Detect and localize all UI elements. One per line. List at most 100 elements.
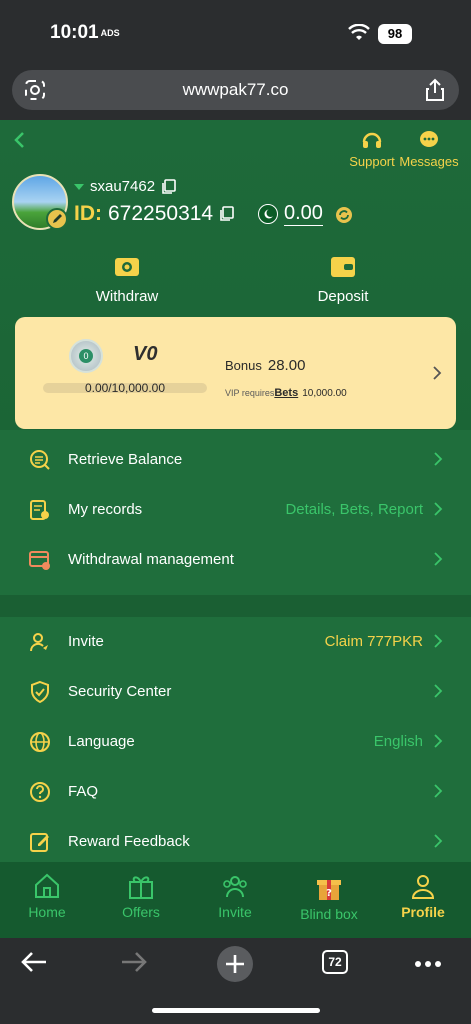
menu-item-my-records[interactable]: My records Details, Bets, Report bbox=[0, 485, 471, 535]
home-indicator bbox=[152, 1008, 320, 1013]
gift-icon bbox=[129, 876, 153, 899]
menu-label: Reward Feedback bbox=[68, 833, 190, 850]
messages-button[interactable]: Messages bbox=[398, 130, 460, 169]
battery-indicator: 98 bbox=[378, 24, 412, 44]
vip-level: V0 bbox=[133, 343, 158, 365]
tab-label: Offers bbox=[122, 904, 160, 920]
chevron-right-icon bbox=[434, 552, 443, 566]
menu-value: English bbox=[373, 733, 423, 750]
withdrawal-card-icon bbox=[29, 551, 50, 570]
bottom-tab-bar: Home Offers Invite ? Blind box Profile bbox=[0, 862, 471, 938]
user-id: 672250314 bbox=[108, 202, 214, 225]
retrieve-balance-icon bbox=[30, 450, 50, 470]
tab-home[interactable]: Home bbox=[7, 872, 87, 920]
bonus-value: 28.00 bbox=[267, 357, 306, 374]
blind-box-icon: ? bbox=[317, 880, 341, 900]
chevron-right-icon bbox=[434, 634, 443, 648]
invite-user-icon bbox=[29, 633, 48, 652]
menu-item-faq[interactable]: FAQ bbox=[0, 767, 471, 817]
carrier-label: ADS bbox=[100, 27, 120, 38]
profile-icon bbox=[411, 875, 435, 899]
chevron-right-icon bbox=[434, 684, 443, 698]
balance-value: 0.00 bbox=[284, 202, 323, 226]
vip-requires-label: VIP requires bbox=[225, 388, 275, 398]
tab-label: Blind box bbox=[300, 906, 358, 922]
browser-back-icon[interactable] bbox=[20, 950, 48, 974]
messages-label: Messages bbox=[399, 154, 459, 169]
wallet-icon bbox=[331, 257, 355, 277]
withdraw-label: Withdraw bbox=[95, 288, 159, 305]
svg-text:?: ? bbox=[326, 888, 332, 899]
chat-bubble-icon bbox=[420, 131, 438, 147]
menu-item-security-center[interactable]: Security Center bbox=[0, 667, 471, 717]
browser-forward-icon[interactable] bbox=[120, 950, 148, 974]
support-button[interactable]: Support bbox=[346, 130, 398, 169]
headset-icon bbox=[362, 132, 382, 148]
app-screen: Support Messages sxau7462 ID: 672250314 bbox=[0, 120, 471, 938]
deposit-label: Deposit bbox=[317, 288, 369, 305]
vip-requires-amount: 10,000.00 bbox=[302, 388, 347, 399]
tab-switcher-button[interactable]: 72 bbox=[322, 950, 348, 974]
bonus-label: Bonus bbox=[225, 358, 262, 373]
user-id-row: ID: 672250314 bbox=[74, 202, 235, 226]
bets-link[interactable]: Bets bbox=[274, 387, 298, 399]
edit-avatar-icon[interactable] bbox=[46, 208, 68, 230]
username: sxau7462 bbox=[90, 178, 156, 195]
menu-label: Language bbox=[68, 733, 135, 750]
people-icon bbox=[223, 876, 247, 898]
url-bar[interactable]: wwwpak77.co bbox=[12, 70, 459, 110]
menu-item-withdrawal-management[interactable]: Withdrawal management bbox=[0, 535, 471, 585]
menu-item-invite[interactable]: Invite Claim 777PKR bbox=[0, 617, 471, 667]
wifi-icon bbox=[348, 24, 370, 40]
more-options-icon[interactable] bbox=[414, 960, 442, 968]
new-tab-icon[interactable] bbox=[216, 945, 254, 983]
menu-value: Details, Bets, Report bbox=[285, 501, 423, 518]
section-divider bbox=[0, 595, 471, 617]
profile-header: Support Messages sxau7462 ID: 672250314 bbox=[0, 120, 471, 430]
menu-item-retrieve-balance[interactable]: Retrieve Balance bbox=[0, 435, 471, 485]
vip-requirement: VIP requiresBets 10,000.00 bbox=[225, 387, 347, 399]
id-label: ID: bbox=[74, 202, 102, 225]
tab-profile[interactable]: Profile bbox=[383, 872, 463, 920]
chevron-right-icon bbox=[434, 784, 443, 798]
url-text[interactable]: wwwpak77.co bbox=[12, 80, 459, 100]
dropdown-caret-icon[interactable] bbox=[74, 183, 84, 190]
bonus-row: Bonus 28.00 bbox=[225, 357, 305, 374]
withdraw-icon bbox=[115, 258, 139, 276]
home-icon bbox=[35, 873, 59, 898]
shield-icon bbox=[31, 680, 49, 704]
menu-item-reward-feedback[interactable]: Reward Feedback bbox=[0, 817, 471, 867]
chevron-right-icon[interactable] bbox=[432, 365, 442, 381]
tab-invite[interactable]: Invite bbox=[195, 872, 275, 920]
menu-item-language[interactable]: Language English bbox=[0, 717, 471, 767]
browser-toolbar: 72 bbox=[0, 938, 471, 1024]
tab-offers[interactable]: Offers bbox=[101, 872, 181, 920]
copy-icon[interactable] bbox=[161, 178, 177, 195]
back-arrow-icon[interactable] bbox=[12, 130, 26, 150]
support-label: Support bbox=[349, 154, 395, 169]
tab-label: Home bbox=[28, 904, 66, 920]
share-icon[interactable] bbox=[425, 78, 445, 102]
records-icon bbox=[30, 500, 49, 520]
chevron-right-icon bbox=[434, 452, 443, 466]
vip-card[interactable]: 0 V0 0.00/10,000.00 Bonus 28.00 VIP requi… bbox=[15, 317, 456, 429]
menu-value: Claim 777PKR bbox=[324, 633, 423, 650]
menu-label: FAQ bbox=[68, 783, 99, 800]
globe-icon bbox=[30, 732, 50, 752]
refresh-balance-icon[interactable] bbox=[335, 206, 353, 224]
tab-label: Invite bbox=[218, 904, 252, 920]
vip-badge-number: 0 bbox=[79, 349, 93, 363]
withdraw-button[interactable]: Withdraw bbox=[67, 254, 187, 305]
copy-id-icon[interactable] bbox=[219, 206, 235, 222]
menu-label: Security Center bbox=[68, 683, 172, 700]
deposit-button[interactable]: Deposit bbox=[283, 254, 403, 305]
tab-blind-box[interactable]: ? Blind box bbox=[289, 872, 369, 922]
tab-label: Profile bbox=[401, 904, 445, 920]
chevron-right-icon bbox=[434, 834, 443, 848]
avatar[interactable] bbox=[12, 174, 68, 230]
status-bar: 10:01 ADS 98 bbox=[0, 0, 471, 64]
chevron-right-icon bbox=[434, 734, 443, 748]
vip-progress-text: 0.00/10,000.00 bbox=[84, 381, 166, 395]
chevron-right-icon bbox=[434, 502, 443, 516]
question-icon bbox=[30, 782, 50, 802]
